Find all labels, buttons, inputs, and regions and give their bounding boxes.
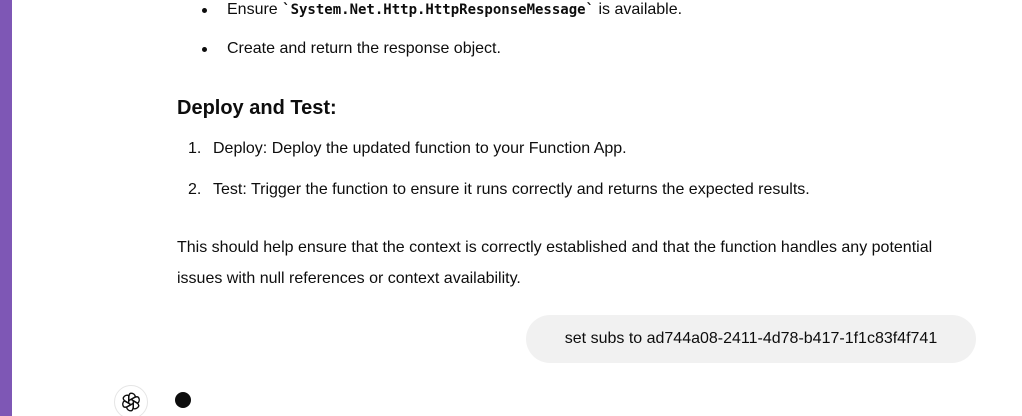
bullet-text: Create and return the response object. [227,40,501,57]
left-accent-bar [0,0,12,416]
step-text: Deploy: Deploy the updated function to y… [213,140,627,157]
closing-paragraph: This should help ensure that the context… [177,239,933,287]
openai-logo-svg [122,392,140,412]
chat-page: Ensure `System.Net.Http.HttpResponseMess… [0,0,1022,416]
step-number: 1. [188,140,202,157]
section-heading: Deploy and Test: [177,97,337,119]
bullet-text-suffix: is available. [594,1,683,18]
typing-dot-icon [175,392,191,408]
user-message-bubble: set subs to ad744a08-2411-4d78-b417-1f1c… [526,315,976,363]
bullet-dot-icon [202,8,207,13]
step-number: 2. [188,181,202,198]
openai-logo-icon [114,385,148,416]
list-item: 2. Test: Trigger the function to ensure i… [188,180,810,200]
list-item: Ensure `System.Net.Http.HttpResponseMess… [202,0,683,20]
step-text: Test: Trigger the function to ensure it … [213,181,810,198]
bullet-text-prefix: Ensure [227,1,283,18]
list-item: Create and return the response object. [202,39,501,59]
list-item: 1. Deploy: Deploy the updated function to… [188,139,627,159]
bullet-dot-icon [202,47,207,52]
inline-code: `System.Net.Http.HttpResponseMessage` [282,2,595,18]
